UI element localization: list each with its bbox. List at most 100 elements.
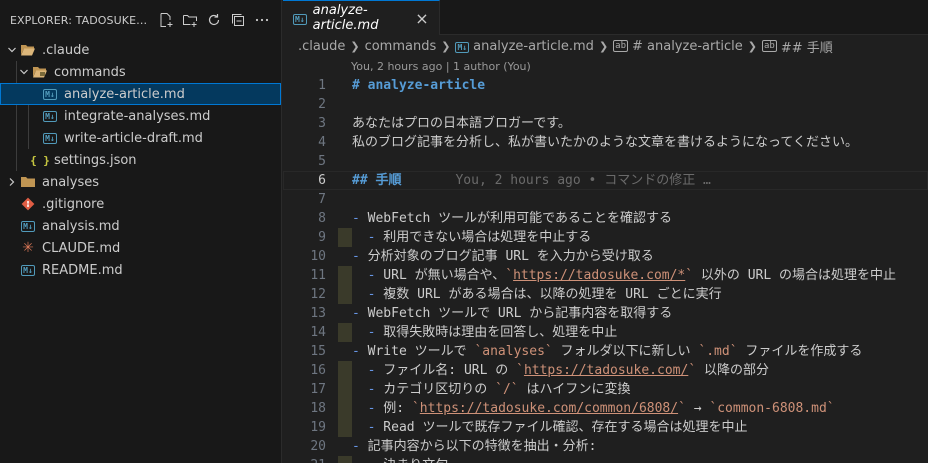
line-number: 7 <box>318 192 326 207</box>
breadcrumb-item[interactable]: .claude <box>298 39 345 54</box>
code-line[interactable]: 6 ## 手順 You, 2 hours ago • コマンドの修正 … <box>283 171 928 190</box>
line-text: - Read ツールで既存ファイル確認、存在する場合は処理を中止 <box>326 418 747 437</box>
code-line[interactable]: 19 - Read ツールで既存ファイル確認、存在する場合は処理を中止 <box>283 418 928 437</box>
tree-item-analyses-folder[interactable]: analyses <box>0 171 281 193</box>
code-line[interactable]: 2 <box>283 95 928 114</box>
code-token: 利用できない場合は処理を中止する <box>375 230 592 245</box>
line-text: ## 手順 You, 2 hours ago • コマンドの修正 … <box>326 171 711 190</box>
markdown-icon: M↓ <box>43 88 57 100</box>
code-token: ファイルを作成する <box>737 344 863 359</box>
indent-highlight <box>338 380 352 399</box>
line-number: 9 <box>318 230 326 245</box>
code-token: - <box>352 401 376 416</box>
code-token: カテゴリ区切りの <box>375 382 496 397</box>
chevron-down-icon <box>4 42 20 58</box>
code-line[interactable]: 20- 記事内容から以下の特徴を抽出・分析: <box>283 437 928 456</box>
chevron-right-icon: ❯ <box>598 39 609 53</box>
tab-analyze-article[interactable]: M↓ analyze-article.md × <box>283 0 440 35</box>
code-token: - <box>352 382 376 397</box>
code-line[interactable]: 9 - 利用できない場合は処理を中止する <box>283 228 928 247</box>
tree-item-analyze-article[interactable]: M↓ analyze-article.md <box>0 83 281 105</box>
code-token: 決まり文句 <box>375 458 448 463</box>
collapse-all-icon[interactable] <box>229 11 247 29</box>
indent-highlight <box>338 323 352 342</box>
explorer-actions <box>157 11 281 29</box>
code-token: https://tadosuke.com/ <box>523 363 689 378</box>
code-token: - <box>352 325 376 340</box>
explorer-sidebar: EXPLORER: TADOSUKE-BL... .claude <box>0 0 282 463</box>
inline-blame: You, 2 hours ago • コマンドの修正 … <box>455 173 711 188</box>
code-token: - <box>352 230 376 245</box>
editor-area: M↓ analyze-article.md × .claude ❯ comman… <box>283 0 928 463</box>
git-icon <box>20 196 36 212</box>
line-text <box>326 95 352 114</box>
line-text: - 分析対象のブログ記事 URL を入力から受け取る <box>326 247 654 266</box>
code-line[interactable]: 14 - 取得失敗時は理由を回答し、処理を中止 <box>283 323 928 342</box>
symbol-string-icon: ab <box>762 40 777 52</box>
line-number: 17 <box>310 382 326 397</box>
code-line[interactable]: 11 - URL が無い場合や、`https://tadosuke.com/*`… <box>283 266 928 285</box>
code-token: ` <box>505 268 514 283</box>
code-line[interactable]: 18 - 例: `https://tadosuke.com/common/680… <box>283 399 928 418</box>
line-number: 19 <box>310 420 326 435</box>
tree-item-label: commands <box>54 64 126 80</box>
breadcrumb-item[interactable]: ## 手順 <box>781 37 833 56</box>
breadcrumb-item[interactable]: analyze-article.md <box>473 39 594 54</box>
code-token: 以外の URL の場合は処理を中止 <box>693 268 897 283</box>
tree-item-commands-folder[interactable]: commands <box>0 61 281 83</box>
line-number: 5 <box>318 154 326 169</box>
code-line[interactable]: 15- Write ツールで `analyses` フォルダ以下に新しい `.m… <box>283 342 928 361</box>
tree-item-write-article-draft[interactable]: M↓ write-article-draft.md <box>0 127 281 149</box>
code-token: https://tadosuke.com/common/6808/ <box>419 401 679 416</box>
code-token: ファイル名: URL の <box>375 363 517 378</box>
close-icon[interactable]: × <box>413 9 431 28</box>
markdown-icon: M↓ <box>293 13 307 25</box>
code-line[interactable]: 21 - 決まり文句 <box>283 456 928 463</box>
tree-item-settings-json[interactable]: { } settings.json <box>0 149 281 171</box>
code-line[interactable]: 16 - ファイル名: URL の `https://tadosuke.com/… <box>283 361 928 380</box>
code-token: - <box>352 211 360 226</box>
code-line[interactable]: 4 私のブログ記事を分析し、私が書いたかのような文章を書けるようになってください。 <box>283 133 928 152</box>
line-number: 16 <box>310 363 326 378</box>
breadcrumb-item[interactable]: # analyze-article <box>632 39 743 54</box>
code-token: WebFetch ツールで URL から記事内容を取得する <box>359 306 673 321</box>
tree-item-gitignore[interactable]: .gitignore <box>0 193 281 215</box>
code-token: ` <box>688 363 697 378</box>
line-number: 4 <box>318 135 326 150</box>
code-line[interactable]: 1 # analyze-article <box>283 76 928 95</box>
code-token: # analyze-article <box>352 78 486 93</box>
more-actions-icon[interactable] <box>253 11 271 29</box>
codelens-blame[interactable]: You, 2 hours ago | 1 author (You) <box>283 57 928 75</box>
tree-item-label: analyze-article.md <box>64 86 185 102</box>
code-editor[interactable]: 1 # analyze-article 2 3 あなたはプロの日本語ブロガーです。 4 私の… <box>283 76 928 463</box>
code-line[interactable]: 8- WebFetch ツールが利用可能であることを確認する <box>283 209 928 228</box>
tree-item-readme-md[interactable]: M↓ README.md <box>0 259 281 281</box>
tree-item-claude-folder[interactable]: .claude <box>0 39 281 61</box>
line-number: 12 <box>310 287 326 302</box>
tree-item-label: CLAUDE.md <box>42 240 121 256</box>
code-token: `analyses` <box>474 344 553 359</box>
code-line[interactable]: 12 - 複数 URL がある場合は、以降の処理を URL ごとに実行 <box>283 285 928 304</box>
code-line[interactable]: 10- 分析対象のブログ記事 URL を入力から受け取る <box>283 247 928 266</box>
code-line[interactable]: 13- WebFetch ツールで URL から記事内容を取得する <box>283 304 928 323</box>
tree-item-label: integrate-analyses.md <box>64 108 211 124</box>
tree-item-integrate-analyses[interactable]: M↓ integrate-analyses.md <box>0 105 281 127</box>
new-folder-icon[interactable] <box>181 11 199 29</box>
code-token: - <box>352 249 360 264</box>
code-token: あなたはプロの日本語ブロガーです。 <box>352 116 571 131</box>
code-token: はハイフンに変換 <box>518 382 631 397</box>
code-line[interactable]: 17 - カテゴリ区切りの `/` はハイフンに変換 <box>283 380 928 399</box>
code-line[interactable]: 7 <box>283 190 928 209</box>
code-line[interactable]: 3 あなたはプロの日本語ブロガーです。 <box>283 114 928 133</box>
breadcrumb-item[interactable]: commands <box>365 39 437 54</box>
tree-item-analysis-md[interactable]: M↓ analysis.md <box>0 215 281 237</box>
code-token: フォルダ以下に新しい <box>552 344 699 359</box>
chevron-down-icon <box>16 64 32 80</box>
tree-item-claude-md[interactable]: ✳ CLAUDE.md <box>0 237 281 259</box>
code-token: - <box>352 420 376 435</box>
refresh-icon[interactable] <box>205 11 223 29</box>
line-text: - WebFetch ツールが利用可能であることを確認する <box>326 209 672 228</box>
line-text: - ファイル名: URL の `https://tadosuke.com/` 以… <box>326 361 769 380</box>
code-line[interactable]: 5 <box>283 152 928 171</box>
new-file-icon[interactable] <box>157 11 175 29</box>
